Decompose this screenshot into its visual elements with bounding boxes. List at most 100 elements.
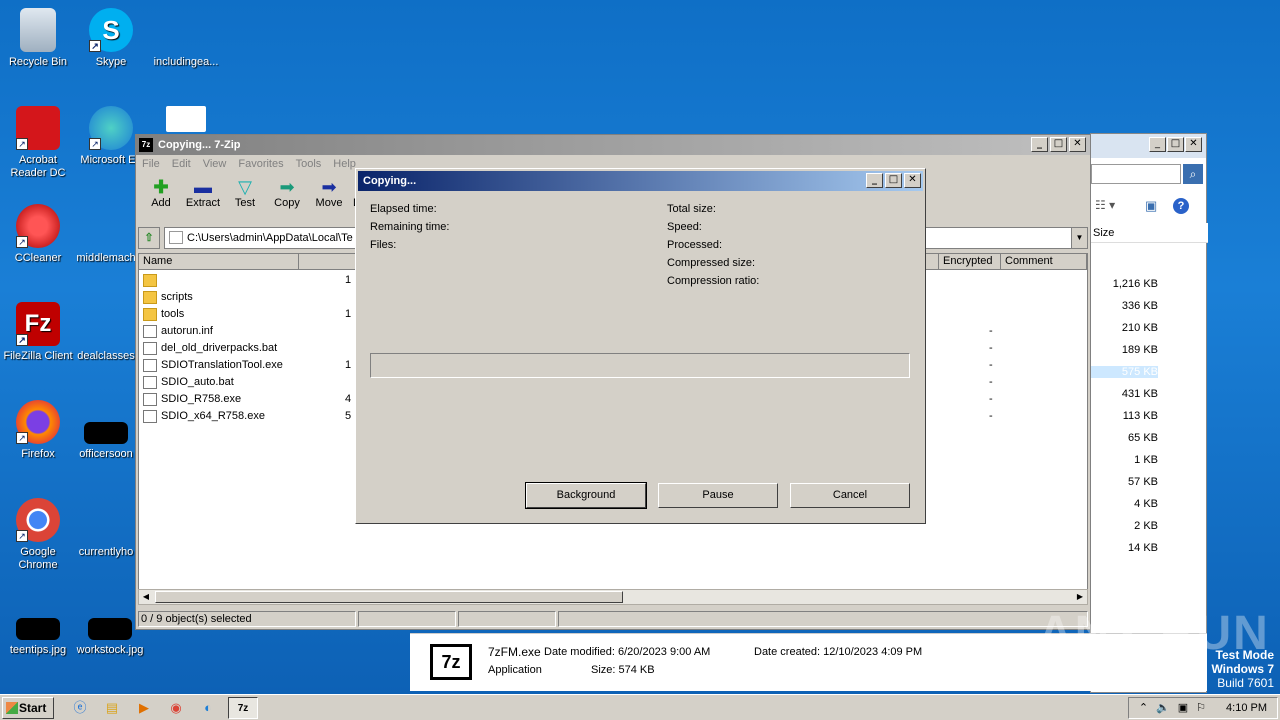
file-icon bbox=[143, 325, 157, 338]
menu-help[interactable]: Help bbox=[333, 158, 356, 170]
up-folder-button[interactable]: ⇧ bbox=[138, 227, 160, 249]
desktop-icon-middlemach[interactable]: middlemach bbox=[68, 204, 144, 265]
table-row[interactable]: SDIO_R758.exe bbox=[143, 391, 241, 408]
view-options-icon[interactable]: ☷ ▾ bbox=[1095, 198, 1115, 212]
move-icon: ➡ bbox=[321, 177, 337, 197]
pause-button[interactable]: Pause bbox=[658, 483, 778, 508]
close-button[interactable]: ✕ bbox=[904, 173, 921, 188]
list-item[interactable]: 1 KB bbox=[1088, 454, 1158, 466]
minimize-button[interactable]: _ bbox=[866, 173, 883, 188]
elapsed-time-label: Elapsed time: bbox=[370, 203, 437, 215]
clock[interactable]: 4:10 PM bbox=[1226, 702, 1267, 714]
list-item[interactable]: 336 KB bbox=[1088, 300, 1158, 312]
extract-button[interactable]: ▬ Extract bbox=[182, 173, 224, 215]
table-row[interactable]: tools bbox=[143, 306, 184, 323]
desktop-icon-acrobat[interactable]: ↗ Acrobat Reader DC bbox=[0, 106, 76, 180]
column-header-name[interactable]: Name bbox=[139, 254, 299, 269]
compression-ratio-label: Compression ratio: bbox=[667, 275, 760, 287]
maximize-button[interactable]: □ bbox=[1050, 137, 1067, 152]
desktop-icon-filezilla[interactable]: Fz ↗ FileZilla Client bbox=[0, 302, 76, 363]
desktop-icon-skype[interactable]: S ↗ Skype bbox=[73, 8, 149, 69]
search-icon[interactable]: ⌕ bbox=[1183, 164, 1203, 184]
maximize-button[interactable]: □ bbox=[885, 173, 902, 188]
menu-file[interactable]: File bbox=[142, 158, 160, 170]
window-title: Copying... 7-Zip bbox=[158, 139, 241, 151]
remaining-time-label: Remaining time: bbox=[370, 221, 450, 233]
table-row[interactable]: scripts bbox=[143, 289, 193, 306]
list-item[interactable]: 431 KB bbox=[1088, 388, 1158, 400]
desktop-icon-currentlyho[interactable]: currentlyho bbox=[68, 498, 144, 559]
list-item[interactable]: 57 KB bbox=[1088, 476, 1158, 488]
desktop-icon-officersoon[interactable]: officersoon bbox=[68, 400, 144, 461]
maximize-button[interactable]: □ bbox=[1167, 137, 1184, 152]
list-item[interactable]: 575 KB bbox=[1088, 366, 1158, 378]
preview-pane-icon[interactable]: ▣ bbox=[1145, 198, 1157, 214]
table-row[interactable]: SDIO_auto.bat bbox=[143, 374, 234, 391]
desktop-icon-word-doc[interactable] bbox=[148, 106, 224, 136]
desktop-icon-firefox[interactable]: ↗ Firefox bbox=[0, 400, 76, 461]
test-button[interactable]: ▽ Test bbox=[224, 173, 266, 215]
column-header-comment[interactable]: Comment bbox=[1001, 254, 1087, 269]
chrome-icon: ↗ bbox=[16, 498, 60, 542]
list-item[interactable]: 189 KB bbox=[1088, 344, 1158, 356]
minimize-button[interactable]: _ bbox=[1031, 137, 1048, 152]
show-hidden-icons-icon[interactable]: ⌃ bbox=[1139, 701, 1148, 714]
details-date-created: Date created: 12/10/2023 4:09 PM bbox=[754, 646, 923, 658]
edge-icon: ↗ bbox=[89, 106, 133, 150]
table-row[interactable]: autorun.inf bbox=[143, 323, 213, 340]
column-header-encrypted[interactable]: Encrypted bbox=[939, 254, 1001, 269]
column-header-size[interactable]: Size bbox=[1091, 223, 1208, 243]
chevron-down-icon[interactable]: ▼ bbox=[1071, 228, 1087, 248]
scroll-left-arrow-icon[interactable]: ◀ bbox=[139, 590, 153, 604]
desktop-icon-recycle-bin[interactable]: Recycle Bin bbox=[0, 8, 76, 69]
list-item[interactable]: 2 KB bbox=[1088, 520, 1158, 532]
start-button[interactable]: Start bbox=[2, 696, 54, 719]
close-button[interactable]: ✕ bbox=[1185, 137, 1202, 152]
menu-view[interactable]: View bbox=[203, 158, 227, 170]
list-item[interactable]: 113 KB bbox=[1088, 410, 1158, 422]
edge-icon[interactable]: ◐ bbox=[196, 697, 220, 719]
minimize-button[interactable]: _ bbox=[1149, 137, 1166, 152]
close-button[interactable]: ✕ bbox=[1069, 137, 1086, 152]
7zip-taskbar-button[interactable]: 7z bbox=[228, 696, 258, 719]
menu-edit[interactable]: Edit bbox=[172, 158, 191, 170]
scroll-right-arrow-icon[interactable]: ▶ bbox=[1073, 590, 1087, 604]
table-row[interactable]: SDIOTranslationTool.exe bbox=[143, 357, 283, 374]
file-size: 1 bbox=[345, 308, 352, 320]
help-icon[interactable]: ? bbox=[1173, 198, 1189, 214]
desktop-icon-teentips[interactable]: teentips.jpg bbox=[0, 596, 76, 657]
taskbar: Start ⓔ ▤ ▶ ◉ ◐ 7z ⌃ 🔈 ▣ ⚐ 4:10 PM bbox=[0, 694, 1280, 720]
desktop-icon-ccleaner[interactable]: ↗ CCleaner bbox=[0, 204, 76, 265]
chrome-icon[interactable]: ◉ bbox=[164, 697, 188, 719]
table-row[interactable]: del_old_driverpacks.bat bbox=[143, 340, 277, 357]
desktop-icon-includingea[interactable]: includingea... bbox=[148, 8, 224, 69]
details-size: Size: 574 KB bbox=[591, 664, 655, 676]
list-item[interactable]: 65 KB bbox=[1088, 432, 1158, 444]
desktop-icon-chrome[interactable]: ↗ Google Chrome bbox=[0, 498, 76, 572]
file-explorer-icon[interactable]: ▤ bbox=[100, 697, 124, 719]
speaker-icon[interactable]: 🔈 bbox=[1156, 701, 1170, 714]
media-player-icon[interactable]: ▶ bbox=[132, 697, 156, 719]
table-row[interactable] bbox=[143, 272, 161, 289]
list-item[interactable]: 14 KB bbox=[1088, 542, 1158, 554]
action-center-flag-icon[interactable]: ⚐ bbox=[1196, 701, 1206, 714]
table-row[interactable]: SDIO_x64_R758.exe bbox=[143, 408, 265, 425]
list-item[interactable]: 1,216 KB bbox=[1088, 278, 1158, 290]
background-button[interactable]: Background bbox=[525, 482, 647, 509]
add-button[interactable]: ✚ Add bbox=[140, 173, 182, 215]
blank-file-icon bbox=[84, 498, 128, 542]
copy-button[interactable]: ➡ Copy bbox=[266, 173, 308, 215]
menu-favorites[interactable]: Favorites bbox=[238, 158, 283, 170]
desktop-icon-dealclasses[interactable]: dealclasses bbox=[68, 302, 144, 363]
network-icon[interactable]: ▣ bbox=[1178, 701, 1188, 714]
horizontal-scrollbar[interactable]: ◀ ▶ bbox=[138, 589, 1088, 605]
explorer-search-box[interactable] bbox=[1091, 164, 1181, 184]
list-item[interactable]: 210 KB bbox=[1088, 322, 1158, 334]
scrollbar-thumb[interactable] bbox=[155, 591, 623, 603]
list-item[interactable]: 4 KB bbox=[1088, 498, 1158, 510]
move-button[interactable]: ➡ Move bbox=[308, 173, 350, 215]
internet-explorer-icon[interactable]: ⓔ bbox=[68, 697, 92, 719]
menu-tools[interactable]: Tools bbox=[296, 158, 322, 170]
7zip-file-icon: 7z bbox=[430, 644, 472, 680]
cancel-button[interactable]: Cancel bbox=[790, 483, 910, 508]
